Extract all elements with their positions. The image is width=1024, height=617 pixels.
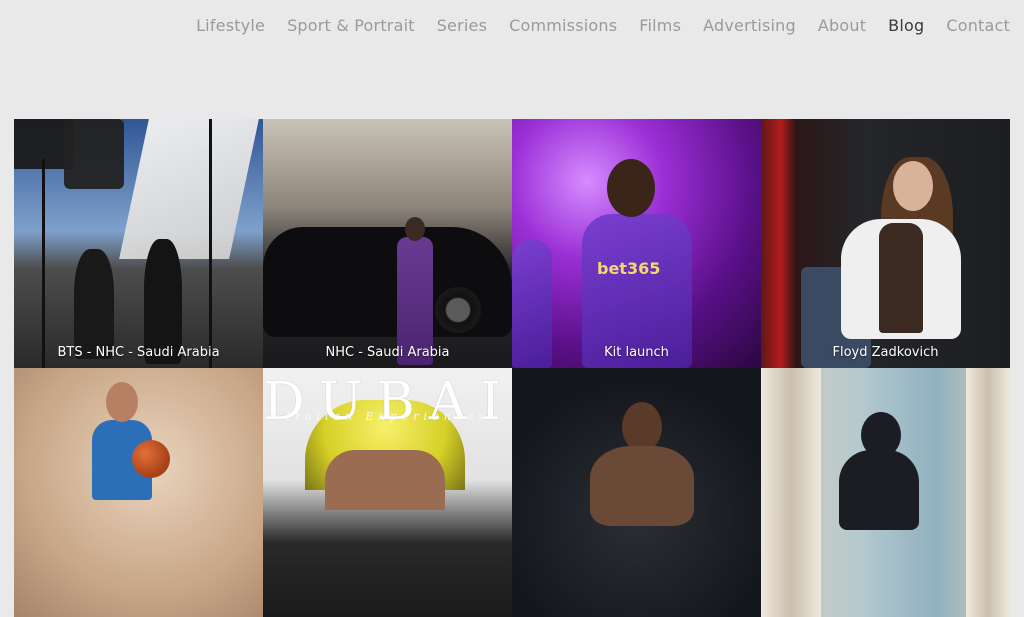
magazine-title: DUBAI [263,372,512,432]
head-shape [607,159,655,217]
gallery-tile-nhc[interactable]: NHC - Saudi Arabia [263,119,512,368]
head-shape [405,217,425,241]
curtain-shape [966,368,1010,617]
face-shape [325,450,445,510]
gallery-grid: BTS - NHC - Saudi Arabia NHC - Saudi Ara… [14,119,1010,617]
gallery-tile-dubai-magazine[interactable]: DUBAI Italian Experiences [263,368,512,617]
tile-caption: NHC - Saudi Arabia [325,345,450,360]
curtain-shape [761,368,821,617]
nav-contact[interactable]: Contact [946,16,1010,35]
face-shape [106,382,138,422]
basketball-shape [132,440,170,478]
nav-lifestyle[interactable]: Lifestyle [196,16,265,35]
vest-shape [879,223,923,333]
gallery-tile-kit-launch[interactable]: bet365 Kit launch [512,119,761,368]
nav-commissions[interactable]: Commissions [509,16,617,35]
nav-about[interactable]: About [818,16,866,35]
face-shape [893,161,933,211]
gallery-tile-basketball[interactable] [14,368,263,617]
wheel-shape [435,287,481,333]
main-nav: Lifestyle Sport & Portrait Series Commis… [196,16,1010,35]
light-shape [64,119,124,189]
gallery-tile-floyd-zadkovich[interactable]: Floyd Zadkovich [761,119,1010,368]
person-silhouette [839,450,919,530]
nav-blog[interactable]: Blog [888,16,924,35]
magazine-subtitle: Italian Experiences [286,410,489,423]
tile-caption: BTS - NHC - Saudi Arabia [57,345,220,360]
sponsor-logo: bet365 [597,259,661,278]
nav-sport-portrait[interactable]: Sport & Portrait [287,16,415,35]
gallery-tile-bts-nhc[interactable]: BTS - NHC - Saudi Arabia [14,119,263,368]
nav-films[interactable]: Films [639,16,681,35]
nav-series[interactable]: Series [437,16,487,35]
crew-shape [74,249,114,359]
gallery-tile-boxer[interactable] [512,368,761,617]
nav-advertising[interactable]: Advertising [703,16,796,35]
tile-caption: Kit launch [604,345,669,360]
tile-caption: Floyd Zadkovich [832,345,939,360]
boxer-shape [590,446,694,526]
gallery-tile-window-portrait[interactable] [761,368,1010,617]
stand-shape [209,119,212,368]
face-shape [622,402,662,452]
stand-shape [42,159,45,368]
